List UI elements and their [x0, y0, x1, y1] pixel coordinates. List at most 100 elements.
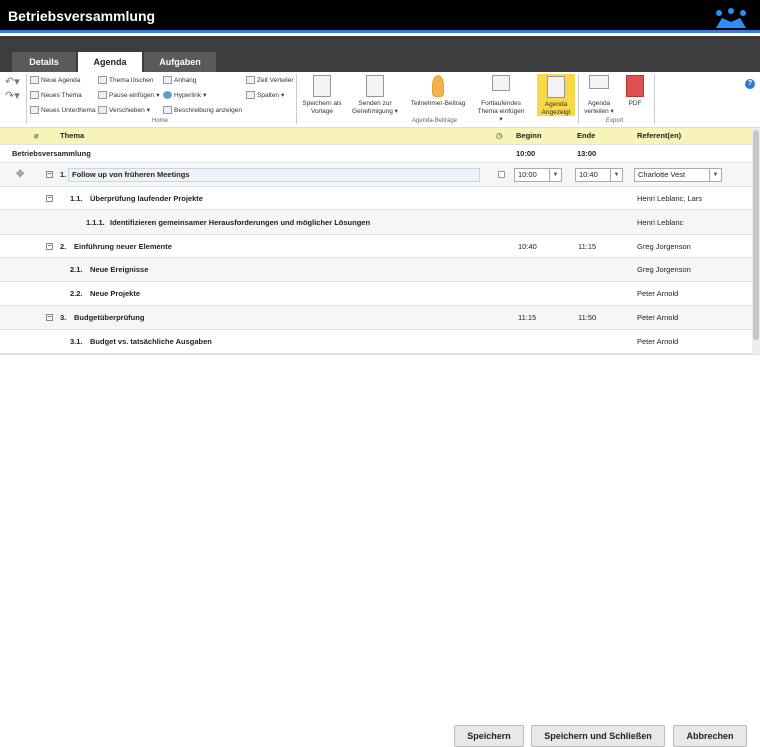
speaker: Peter Arnold — [637, 289, 679, 298]
new-agenda-icon — [30, 76, 39, 84]
begin-select[interactable]: 10:00 ▼ — [514, 168, 562, 182]
collapse-toggle[interactable]: − — [46, 242, 53, 250]
topic-number: 1. — [60, 170, 67, 179]
collapse-toggle[interactable]: − — [46, 171, 53, 178]
speaker-select[interactable]: Charlotte Vest ▼ — [634, 168, 722, 182]
checkbox[interactable] — [498, 171, 505, 178]
window-title: Betriebsversammlung — [8, 8, 156, 24]
tab-aufgaben[interactable]: Aufgaben — [144, 52, 216, 72]
insert-ongoing-topic-button[interactable]: Fortlaufendes Thema einfügen ▾ — [476, 75, 526, 124]
topic-title[interactable]: Budgetüberprüfung — [74, 306, 144, 330]
topic-number: 1.1. — [70, 194, 83, 203]
participant-contribution-button[interactable]: Teilnehmer-Beitrag — [408, 75, 468, 108]
cancel-button[interactable]: Abbrechen — [673, 725, 747, 747]
new-subtopic-button[interactable]: Neues Unterthema — [30, 106, 96, 114]
save-close-button[interactable]: Speichern und Schließen — [531, 725, 665, 747]
tab-bar: Details Agenda Aufgaben — [0, 36, 760, 72]
send-approval-button[interactable]: Senden zur Genehmigung ▾ — [352, 75, 398, 116]
clock-column-icon: ◷ — [496, 131, 503, 140]
table-row[interactable]: 2.2. Neue Projekte Peter Arnold — [0, 282, 752, 306]
meeting-row: Betriebsversammlung 10:00 13:00 — [0, 145, 752, 163]
chevron-down-icon: ▼ — [549, 169, 561, 181]
group-label-export: Export — [606, 118, 624, 124]
coffee-icon — [98, 91, 107, 99]
attachment-column-icon: ⌀ — [34, 131, 39, 140]
end-select[interactable]: 10:40 ▼ — [575, 168, 623, 182]
group-label-home: Home — [152, 118, 169, 124]
topic-number: 2.2. — [70, 289, 83, 298]
list-clock-icon — [492, 75, 510, 91]
table-row[interactable]: 3.1. Budget vs. tatsächliche Ausgaben Pete… — [0, 330, 752, 354]
table-row[interactable]: − 1.1. Überprüfung laufender Projekte Henri… — [0, 187, 752, 210]
hyperlink-button[interactable]: Hyperlink ▾ — [163, 91, 206, 99]
topic-number: 2. — [60, 242, 67, 251]
document-check-icon — [366, 75, 384, 97]
distribute-agenda-button[interactable]: Agenda verteilen ▾ — [582, 75, 616, 116]
header-speakers: Referent(en) — [637, 131, 682, 140]
tab-details[interactable]: Details — [12, 52, 76, 72]
ribbon: ↶▾ ↷▾ Neue Agenda Neues Thema Neues Unte… — [0, 72, 760, 128]
pdf-button[interactable]: PDF — [622, 75, 648, 108]
speaker: Henri Leblanc, Lars — [637, 194, 703, 203]
time-distributor-button[interactable]: Zeit Verteiler — [246, 76, 294, 84]
hourglass-icon — [246, 76, 255, 84]
delete-topic-icon — [98, 76, 107, 84]
save-as-template-button[interactable]: Speichern als Vorlage — [300, 75, 344, 116]
new-agenda-button[interactable]: Neue Agenda — [30, 76, 80, 84]
table-row[interactable]: −2. Einführung neuer Elemente 10:40 11:15 Gr… — [0, 235, 752, 258]
topic-title[interactable]: Einführung neuer Elemente — [74, 235, 172, 258]
delete-topic-button[interactable]: Thema löschen — [98, 76, 153, 84]
lightbulb-icon — [432, 75, 444, 97]
begin-time: 11:15 — [518, 313, 537, 322]
footer: Speichern Speichern und Schließen Abbrec… — [0, 354, 760, 747]
attachment-icon — [163, 76, 172, 84]
tab-agenda[interactable]: Agenda — [78, 52, 142, 72]
new-topic-button[interactable]: Neues Thema — [30, 91, 82, 99]
columns-button[interactable]: Spalten ▾ — [246, 91, 284, 99]
scrollbar[interactable] — [752, 128, 760, 354]
collapse-toggle[interactable]: − — [46, 194, 53, 202]
drag-handle-icon[interactable]: ✥ — [16, 163, 24, 187]
document-eye-icon — [547, 76, 565, 98]
table-row[interactable]: 2.1. Neue Ereignisse Greg Jorgenson — [0, 258, 752, 282]
agenda-displayed-button[interactable]: Agenda Angezeigt — [537, 74, 575, 116]
new-topic-icon — [30, 91, 39, 99]
help-icon[interactable]: ? — [745, 79, 755, 89]
insert-break-button[interactable]: Pause einfügen ▾ — [98, 91, 159, 99]
topic-title[interactable]: Neue Projekte — [90, 282, 140, 306]
redo-button[interactable]: ↷▾ — [5, 89, 20, 102]
move-icon — [98, 106, 107, 114]
begin-time: 10:40 — [518, 242, 537, 251]
speaker: Greg Jorgenson — [637, 242, 691, 251]
topic-number: 3.1. — [70, 337, 83, 346]
topic-number: 3. — [60, 313, 67, 322]
topic-title[interactable]: Identifizieren gemeinsamer Herausforderu… — [110, 210, 370, 235]
move-button[interactable]: Verschieben ▾ — [98, 106, 150, 114]
header-topic: Thema — [60, 131, 85, 140]
end-time: 11:50 — [578, 313, 597, 322]
topic-input[interactable]: Follow up von früheren Meetings — [68, 168, 480, 182]
description-icon — [163, 106, 172, 114]
topic-number: 2.1. — [70, 265, 83, 274]
title-bar: Betriebsversammlung — [0, 0, 760, 33]
end-time: 11:15 — [578, 242, 597, 251]
speaker: Greg Jorgenson — [637, 265, 691, 274]
topic-title[interactable]: Überprüfung laufender Projekte — [90, 187, 203, 210]
collapse-toggle[interactable]: − — [46, 314, 53, 321]
topic-title[interactable]: Budget vs. tatsächliche Ausgaben — [90, 330, 212, 354]
document-icon — [313, 75, 331, 97]
table-row[interactable]: −1. ✥ Follow up von früheren Meetings 10:00… — [0, 163, 752, 187]
columns-icon — [246, 91, 255, 99]
show-description-button[interactable]: Beschreibung anzeigen — [163, 106, 242, 114]
topic-title[interactable]: Neue Ereignisse — [90, 258, 148, 282]
attachment-button[interactable]: Anhang — [163, 76, 196, 84]
save-button[interactable]: Speichern — [454, 725, 524, 747]
speaker: Peter Arnold — [637, 313, 679, 322]
envelope-icon — [589, 75, 609, 89]
chevron-down-icon: ▼ — [709, 169, 721, 181]
speaker: Peter Arnold — [637, 337, 679, 346]
undo-button[interactable]: ↶▾ — [5, 75, 20, 88]
table-row[interactable]: 1.1.1. Identifizieren gemeinsamer Herausf… — [0, 210, 752, 235]
table-row[interactable]: −3. Budgetüberprüfung 11:15 11:50 Peter Arno… — [0, 306, 752, 330]
header-end: Ende — [577, 131, 596, 140]
